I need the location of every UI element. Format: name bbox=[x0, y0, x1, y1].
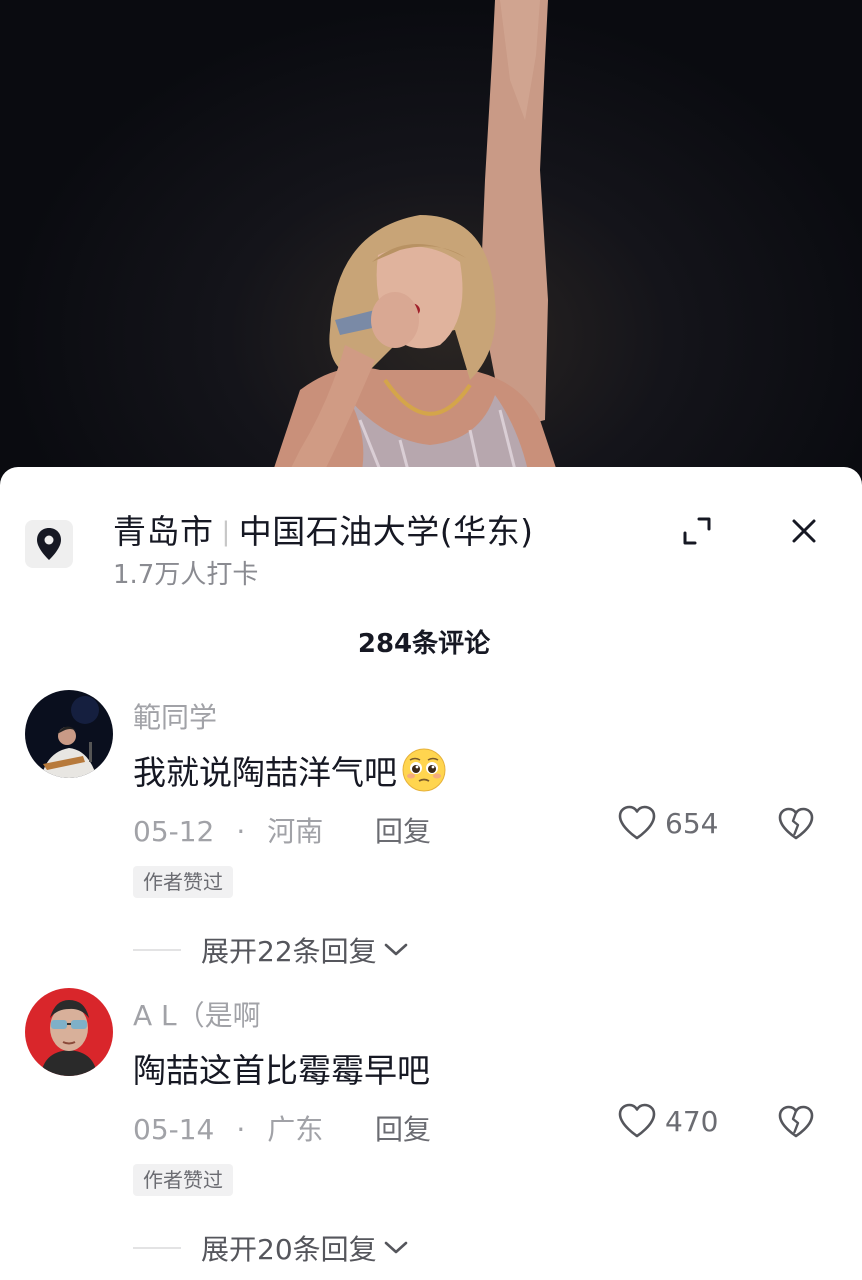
meta-dot: · bbox=[236, 1113, 246, 1146]
chevron-down-icon bbox=[384, 943, 407, 956]
location-pin-icon bbox=[25, 520, 73, 568]
location-separator: | bbox=[221, 517, 231, 547]
broken-heart-icon bbox=[778, 807, 814, 840]
location-title: 青岛市 | 中国石油大学(华东) bbox=[113, 505, 534, 553]
comment-date: 05-12 bbox=[133, 815, 215, 848]
comment-text-content: 陶喆这首比霉霉早吧 bbox=[133, 1051, 430, 1090]
comment-username[interactable]: A L（是啊 bbox=[133, 994, 261, 1034]
expand-button[interactable] bbox=[680, 514, 714, 548]
video-frame-illustration bbox=[270, 0, 560, 480]
expand-replies-button[interactable]: 展开22条回复 bbox=[133, 930, 409, 970]
expand-replies-label: 展开22条回复 bbox=[201, 935, 377, 968]
close-icon bbox=[792, 519, 816, 543]
comment-username[interactable]: 範同学 bbox=[133, 696, 217, 736]
like-button[interactable]: 654 bbox=[617, 805, 718, 841]
meta-dot: · bbox=[236, 815, 246, 848]
chevron-down-icon bbox=[384, 1241, 407, 1254]
like-button[interactable]: 470 bbox=[617, 1103, 718, 1139]
comment-region: 河南 bbox=[267, 815, 324, 848]
comment-text: 陶喆这首比霉霉早吧 bbox=[133, 1044, 430, 1092]
comment-sheet: 青岛市 | 中国石油大学(华东) 1.7万人打卡 284条评论 範同学 我就说陶… bbox=[0, 467, 862, 1280]
video-player[interactable] bbox=[0, 0, 862, 480]
avatar[interactable] bbox=[25, 988, 113, 1076]
close-button[interactable] bbox=[785, 512, 823, 550]
dislike-button[interactable] bbox=[777, 1105, 815, 1143]
comment-date: 05-14 bbox=[133, 1113, 215, 1146]
avatar[interactable] bbox=[25, 690, 113, 778]
author-liked-badge: 作者赞过 bbox=[133, 866, 233, 898]
divider-line bbox=[133, 949, 181, 951]
author-liked-badge: 作者赞过 bbox=[133, 1164, 233, 1196]
comment-text-content: 我就说陶喆洋气吧 bbox=[133, 753, 397, 792]
expand-replies-label: 展开20条回复 bbox=[201, 1233, 377, 1266]
expand-replies-button[interactable]: 展开20条回复 bbox=[133, 1228, 409, 1268]
comment-region: 广东 bbox=[267, 1113, 324, 1146]
expand-icon bbox=[683, 517, 711, 545]
like-count: 654 bbox=[665, 806, 719, 840]
comment-count: 284条评论 bbox=[357, 629, 491, 659]
comment-item: 範同学 我就说陶喆洋气吧 05-12 · 河南 回复 654 作者赞过 展开22… bbox=[0, 690, 862, 980]
comment-text: 我就说陶喆洋气吧 bbox=[133, 746, 447, 794]
reply-button[interactable]: 回复 bbox=[375, 1108, 431, 1148]
heart-icon bbox=[618, 805, 656, 840]
location-place: 中国石油大学(华东) bbox=[238, 512, 534, 551]
checkin-count: 1.7万人打卡 bbox=[113, 560, 259, 590]
comment-item: A L（是啊 陶喆这首比霉霉早吧 05-14 · 广东 回复 470 作者赞过 展开… bbox=[0, 988, 862, 1278]
broken-heart-icon bbox=[778, 1105, 814, 1138]
comment-meta: 05-14 · 广东 回复 bbox=[133, 1108, 431, 1148]
dislike-button[interactable] bbox=[777, 807, 815, 845]
comment-meta: 05-12 · 河南 回复 bbox=[133, 810, 431, 850]
pleading-face-emoji-icon bbox=[402, 748, 446, 792]
like-count: 470 bbox=[665, 1104, 719, 1138]
divider-line bbox=[133, 1247, 181, 1249]
heart-icon bbox=[618, 1103, 656, 1138]
location-city: 青岛市 bbox=[113, 512, 214, 551]
location-header[interactable]: 青岛市 | 中国石油大学(华东) 1.7万人打卡 bbox=[0, 467, 862, 597]
reply-button[interactable]: 回复 bbox=[375, 810, 431, 850]
